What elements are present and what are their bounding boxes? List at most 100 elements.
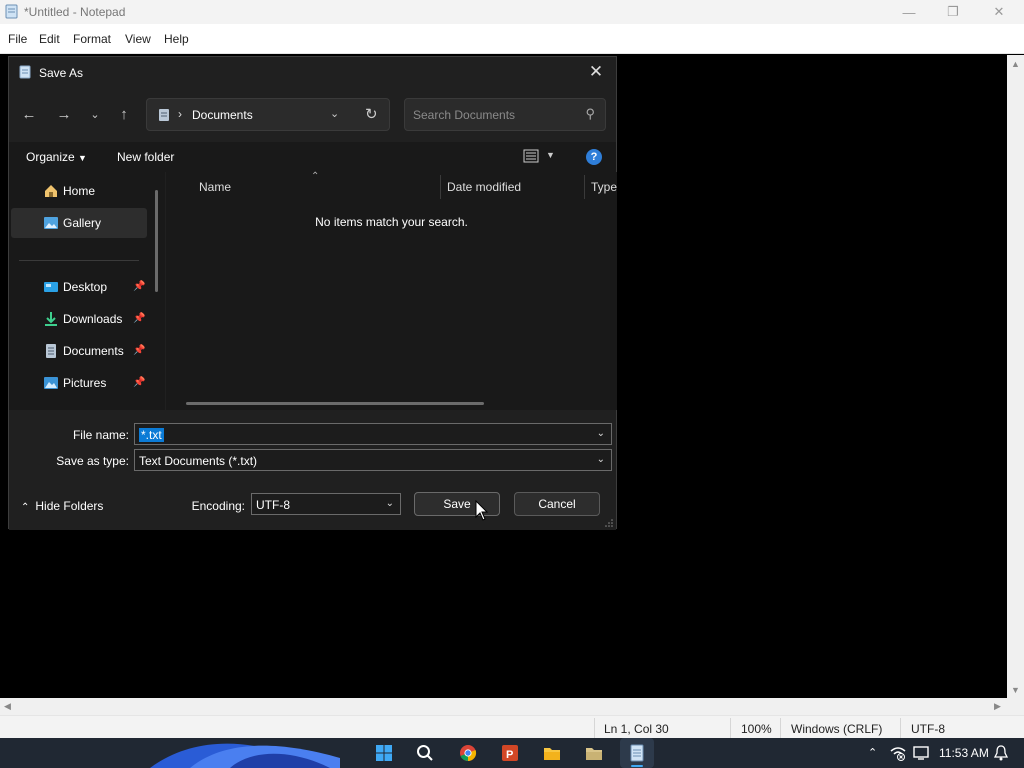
file-list-horizontal-scrollbar[interactable] [186,402,484,405]
hide-folders-label: Hide Folders [35,499,104,513]
mouse-cursor-icon [475,500,489,521]
menu-view[interactable]: View [125,32,151,46]
nav-item-desktop[interactable]: Desktop 📌 [11,272,147,302]
chevron-down-icon[interactable]: ⌄ [597,454,605,465]
nav-item-pictures[interactable]: Pictures 📌 [11,368,147,398]
organize-button[interactable]: Organize ▼ [26,150,87,164]
scroll-left-icon[interactable]: ◀ [4,701,11,712]
dialog-titlebar: Save As ✕ [9,57,616,87]
breadcrumb-location[interactable]: Documents [192,108,253,122]
menu-format[interactable]: Format [73,32,111,46]
file-explorer-icon[interactable] [543,744,561,762]
address-bar[interactable]: › Documents ⌄ ↻ [146,98,390,131]
active-indicator [631,765,643,767]
nav-item-label: Desktop [63,280,108,294]
command-bar: Organize ▼ New folder ▼ ? [9,142,616,172]
search-box[interactable]: ⚲ [404,98,606,131]
pin-icon[interactable]: 📌 [133,377,145,388]
pin-icon[interactable]: 📌 [133,345,145,356]
column-separator[interactable] [584,175,585,199]
file-name-label: File name: [72,428,129,442]
file-name-field[interactable]: *.txt ⌄ [134,423,612,445]
file-list-pane[interactable]: ⌃ Name Date modified Type No items match… [166,171,617,410]
file-name-value[interactable]: *.txt [139,428,164,442]
save-as-type-label: Save as type: [56,454,129,468]
up-arrow-icon[interactable]: ↑ [114,106,134,124]
pin-icon[interactable]: 📌 [133,281,145,292]
chevron-up-icon[interactable]: ⌃ [868,746,877,759]
minimize-button[interactable]: — [886,0,932,24]
restore-button[interactable]: ❐ [930,0,976,24]
back-arrow-icon[interactable]: ← [19,106,39,124]
refresh-icon[interactable]: ↻ [365,105,378,123]
close-window-button[interactable]: ✕ [976,0,1022,24]
document-icon [46,344,56,358]
scroll-up-icon[interactable]: ▲ [1011,59,1020,69]
document-icon [159,109,169,121]
close-dialog-button[interactable]: ✕ [584,60,608,84]
notepad-icon[interactable] [628,744,646,762]
menu-file[interactable]: File [8,32,27,46]
horizontal-scrollbar[interactable]: ◀ ▶ [0,698,1007,715]
recent-locations-chevron-icon[interactable]: ⌄ [85,106,105,124]
cursor-position: Ln 1, Col 30 [604,722,669,736]
nav-item-documents[interactable]: Documents 📌 [11,336,147,366]
chevron-down-icon[interactable]: ⌄ [386,498,394,509]
view-options-icon[interactable] [523,149,539,163]
wallpaper-bloom [150,743,340,768]
search-icon[interactable] [416,744,434,762]
scroll-right-icon[interactable]: ▶ [994,701,1001,712]
vertical-scrollbar[interactable]: ▲ ▼ [1007,55,1024,698]
notification-bell-icon[interactable] [994,745,1008,761]
dialog-title: Save As [39,66,84,80]
new-folder-button[interactable]: New folder [117,150,174,164]
nav-item-home[interactable]: Home [11,176,147,206]
encoding-select[interactable]: UTF-8 ⌄ [251,493,401,515]
nav-item-gallery[interactable]: Gallery [11,208,147,238]
clock-time[interactable]: 11:53 AM [939,746,989,760]
address-dropdown-icon[interactable]: ⌄ [330,107,339,120]
network-disconnected-icon[interactable] [890,745,906,761]
status-divider [594,718,595,738]
nav-item-label: Pictures [63,376,107,390]
encoding-status: UTF-8 [911,722,945,736]
chevron-down-icon[interactable]: ⌄ [597,428,605,439]
hide-folders-button[interactable]: ⌃ Hide Folders [21,499,103,513]
line-ending: Windows (CRLF) [791,722,883,736]
search-icon[interactable]: ⚲ [585,106,595,122]
menu-help[interactable]: Help [164,32,189,46]
forward-arrow-icon[interactable]: → [54,106,74,124]
nav-item-label: Documents [63,344,124,358]
column-separator[interactable] [440,175,441,199]
sort-ascending-icon: ⌃ [311,171,320,182]
folder-icon[interactable] [585,744,603,762]
resize-grip-icon[interactable] [605,519,613,527]
column-header-date-modified[interactable]: Date modified [447,180,521,194]
column-header-type[interactable]: Type [591,180,617,194]
organize-label: Organize [26,150,75,164]
display-icon[interactable] [913,745,929,761]
pin-icon[interactable]: 📌 [133,313,145,324]
chevron-down-icon: ▼ [78,153,87,163]
active-app-highlight[interactable] [620,738,654,768]
encoding-label: Encoding: [191,499,245,513]
cancel-button[interactable]: Cancel [514,492,600,516]
save-as-type-select[interactable]: Text Documents (*.txt) ⌄ [134,449,612,471]
help-icon[interactable]: ? [586,149,602,165]
nav-item-downloads[interactable]: Downloads 📌 [11,304,147,334]
menu-edit[interactable]: Edit [39,32,60,46]
windows-start-icon[interactable] [375,744,393,762]
status-divider [730,718,731,738]
chrome-icon[interactable] [459,744,477,762]
save-as-type-value: Text Documents (*.txt) [139,454,258,468]
search-input[interactable] [413,106,573,124]
powerpoint-icon[interactable]: P [501,744,519,762]
view-dropdown-icon[interactable]: ▼ [546,150,555,160]
notepad-icon [19,65,31,79]
column-header-name[interactable]: Name [199,180,231,194]
nav-item-label: Home [63,184,96,198]
nav-pane-scrollbar[interactable] [155,190,158,292]
scroll-down-icon[interactable]: ▼ [1011,685,1020,695]
status-divider [900,718,901,738]
nav-item-label: Downloads [63,312,123,326]
